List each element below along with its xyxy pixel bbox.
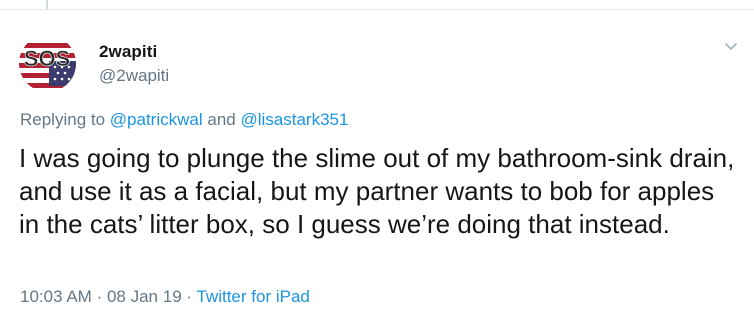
avatar-image: SOS: [19, 35, 76, 92]
top-divider: [0, 9, 754, 10]
mention-link-lisastark351[interactable]: @lisastark351: [240, 110, 348, 129]
user-handle[interactable]: @2wapiti: [99, 66, 169, 86]
avatar-text: SOS: [24, 46, 70, 71]
meta-separator: ·: [96, 287, 103, 306]
tweet-card: SOS 2wapiti @2wapiti Replying to @patric…: [0, 0, 754, 317]
avatar[interactable]: SOS: [19, 35, 76, 92]
thread-connector-line: [46, 0, 48, 9]
tweet-source-link[interactable]: Twitter for iPad: [196, 287, 309, 306]
tweet-date[interactable]: 08 Jan 19: [107, 287, 182, 306]
mention-link-patrickwal[interactable]: @patrickwal: [110, 110, 203, 129]
replying-to-conjunction: and: [207, 110, 236, 129]
tweet-time[interactable]: 10:03 AM: [20, 287, 92, 306]
chevron-down-icon[interactable]: [724, 42, 738, 52]
tweet-text: I was going to plunge the slime out of m…: [19, 143, 735, 239]
display-name[interactable]: 2wapiti: [99, 42, 157, 62]
replying-to: Replying to @patrickwal and @lisastark35…: [20, 110, 348, 130]
replying-to-label: Replying to: [20, 110, 106, 129]
meta-separator: ·: [186, 287, 193, 306]
tweet-metadata: 10:03 AM · 08 Jan 19 · Twitter for iPad: [20, 287, 310, 307]
